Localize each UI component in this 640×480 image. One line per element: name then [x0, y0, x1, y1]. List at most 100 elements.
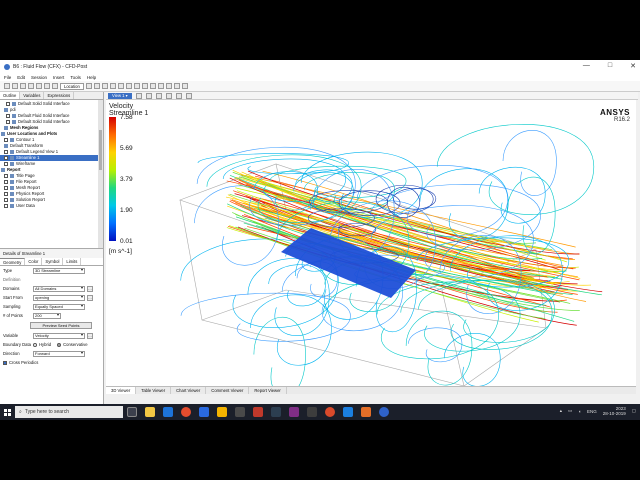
variable-select[interactable]: Velocity: [33, 332, 85, 339]
tab-3d-viewer[interactable]: 3D Viewer: [106, 387, 137, 394]
tab-symbol[interactable]: Symbol: [42, 258, 64, 265]
cfd-post-icon[interactable]: [379, 407, 389, 417]
visibility-checkbox[interactable]: [4, 138, 8, 142]
variable-browse-button[interactable]: …: [87, 332, 93, 339]
zoom-icon[interactable]: [165, 92, 172, 99]
menu-insert[interactable]: Insert: [53, 75, 64, 80]
visibility-checkbox[interactable]: [4, 174, 8, 178]
word-icon[interactable]: [199, 407, 209, 417]
clock[interactable]: 2023 28-10-2019: [603, 406, 626, 416]
visibility-checkbox[interactable]: [4, 204, 8, 208]
app-icon-a[interactable]: [289, 407, 299, 417]
type-select[interactable]: 3D Streamline: [33, 267, 85, 274]
undo-icon[interactable]: [36, 83, 42, 89]
outline-scrollbar[interactable]: [98, 100, 103, 248]
tab-table-viewer[interactable]: Table Viewer: [136, 387, 172, 394]
instance-transform-icon[interactable]: [157, 83, 164, 89]
tab-limits[interactable]: Limits: [63, 258, 82, 265]
start-from-browse-button[interactable]: …: [87, 294, 93, 301]
tab-comment-viewer[interactable]: Comment Viewer: [206, 387, 250, 394]
app-icon-c[interactable]: [343, 407, 353, 417]
pan-icon[interactable]: [155, 92, 162, 99]
vector-icon[interactable]: [93, 83, 100, 89]
table-icon[interactable]: [165, 83, 172, 89]
start-from-select[interactable]: opening: [33, 294, 85, 301]
media-icon[interactable]: [271, 407, 281, 417]
edge-icon[interactable]: [163, 407, 173, 417]
points-input[interactable]: 200: [33, 312, 61, 319]
new-icon[interactable]: [4, 83, 10, 89]
visibility-checkbox[interactable]: [4, 162, 8, 166]
domains-select[interactable]: All Domains: [33, 285, 85, 292]
menu-help[interactable]: Help: [87, 75, 96, 80]
save-icon[interactable]: [20, 83, 26, 89]
ansys-workbench-icon[interactable]: [217, 407, 227, 417]
taskbar-search-box[interactable]: ⌕ Type here to search: [15, 406, 123, 418]
sampling-select[interactable]: Equally Spaced: [33, 303, 85, 310]
fit-view-icon[interactable]: [185, 92, 192, 99]
notifications-icon[interactable]: ▢: [632, 408, 636, 414]
open-icon[interactable]: [12, 83, 18, 89]
comment-icon[interactable]: [181, 83, 188, 89]
tab-chart-viewer[interactable]: Chart Viewer: [171, 387, 207, 394]
task-view-icon[interactable]: [127, 407, 137, 417]
direction-select[interactable]: Forward: [33, 350, 85, 357]
view-selector[interactable]: View 1 ▾: [108, 92, 132, 99]
preview-seed-points-button[interactable]: Preview Seed Points: [30, 322, 92, 329]
domains-browse-button[interactable]: …: [87, 285, 93, 292]
conservative-radio[interactable]: [57, 342, 62, 347]
menu-session[interactable]: Session: [31, 75, 47, 80]
tree-item[interactable]: User Data: [0, 203, 103, 209]
contour-icon[interactable]: [85, 83, 92, 89]
network-icon[interactable]: ▴: [560, 408, 562, 414]
app-icon-b[interactable]: [307, 407, 317, 417]
clip-plane-icon[interactable]: [133, 83, 140, 89]
menu-tools[interactable]: Tools: [70, 75, 81, 80]
volume-icon[interactable]: ◖: [578, 409, 581, 414]
opera-icon[interactable]: [325, 407, 335, 417]
tab-variables[interactable]: Variables: [20, 92, 45, 99]
menu-edit[interactable]: Edit: [17, 75, 25, 80]
visibility-checkbox[interactable]: [4, 180, 8, 184]
3d-viewport[interactable]: Velocity Streamline 1 7.58 5.69 3.79 1.9…: [106, 100, 636, 386]
streamline-icon[interactable]: [101, 83, 108, 89]
select-icon[interactable]: [135, 92, 142, 99]
visibility-checkbox[interactable]: [6, 120, 10, 124]
print-icon[interactable]: [28, 83, 34, 89]
tab-expressions[interactable]: Expressions: [44, 92, 75, 99]
minimize-button[interactable]: —: [583, 62, 590, 70]
hybrid-radio[interactable]: [33, 342, 37, 347]
tab-outline[interactable]: Outline: [0, 92, 21, 99]
tab-geometry[interactable]: Geometry: [0, 258, 26, 265]
powerpoint-icon[interactable]: [361, 407, 371, 417]
file-explorer-icon[interactable]: [145, 407, 155, 417]
legend-icon[interactable]: [149, 83, 156, 89]
tab-color[interactable]: Color: [25, 258, 43, 265]
text-icon[interactable]: [125, 83, 132, 89]
chart-icon[interactable]: [173, 83, 180, 89]
acrobat-icon[interactable]: [253, 407, 263, 417]
zoom-box-icon[interactable]: [175, 92, 182, 99]
chrome-icon[interactable]: [181, 407, 191, 417]
visibility-checkbox[interactable]: [4, 192, 8, 196]
menu-file[interactable]: File: [4, 75, 11, 80]
mail-icon[interactable]: [235, 407, 245, 417]
streamline-scene[interactable]: [106, 100, 636, 386]
visibility-checkbox[interactable]: [4, 186, 8, 190]
visibility-checkbox[interactable]: [4, 156, 8, 160]
cross-periodics-checkbox[interactable]: [3, 360, 7, 365]
color-map-icon[interactable]: [141, 83, 148, 89]
visibility-checkbox[interactable]: [6, 114, 10, 118]
volume-render-icon[interactable]: [117, 83, 124, 89]
location-icon[interactable]: [52, 83, 58, 89]
redo-icon[interactable]: [44, 83, 50, 89]
particle-track-icon[interactable]: [109, 83, 116, 89]
windows-start-icon[interactable]: [4, 408, 11, 416]
visibility-checkbox[interactable]: [4, 150, 8, 154]
tab-report-viewer[interactable]: Report Viewer: [249, 387, 287, 394]
location-dropdown[interactable]: Location: [60, 82, 84, 90]
visibility-checkbox[interactable]: [6, 102, 10, 106]
language-indicator[interactable]: ENG: [587, 409, 597, 414]
rotate-icon[interactable]: [145, 92, 152, 99]
visibility-checkbox[interactable]: [4, 198, 8, 202]
